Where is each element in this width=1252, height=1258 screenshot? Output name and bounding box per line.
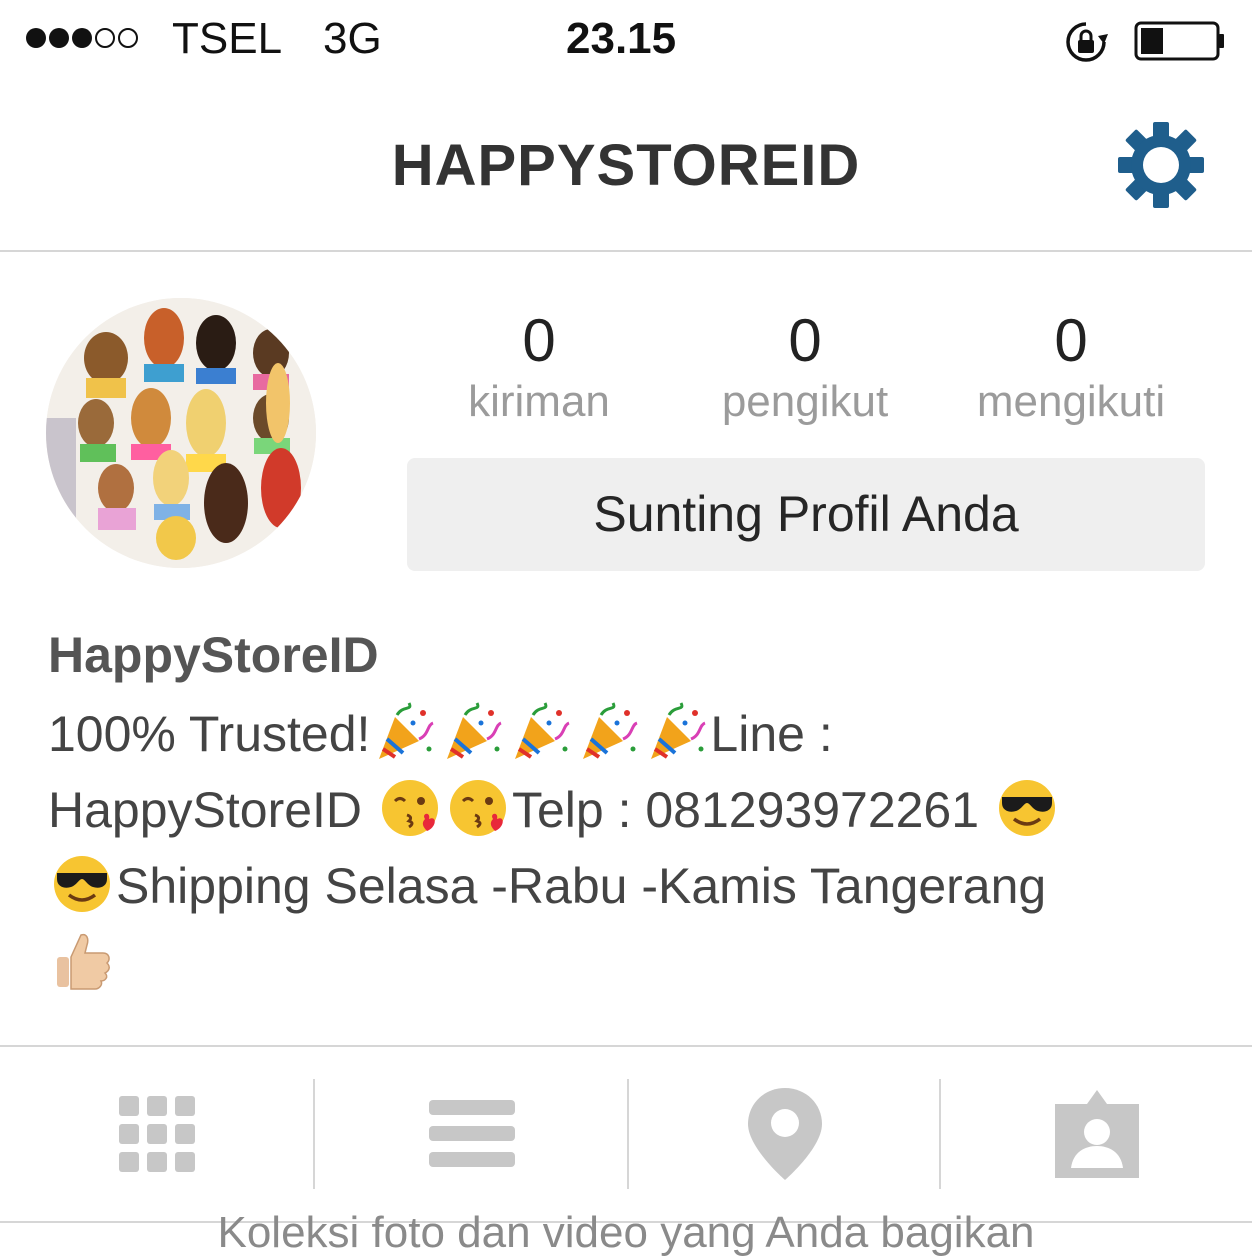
carrier-name: TSEL: [172, 14, 283, 63]
bio-name: HappyStoreID: [48, 627, 379, 683]
stat-following-count: 0: [1054, 307, 1088, 374]
bio-description: 100% Trusted! Line : HappyStoreID Telp : …: [48, 696, 1208, 1000]
tagged-person-icon: [1054, 1090, 1139, 1178]
grid-icon: [118, 1096, 195, 1172]
signal-dot: [95, 28, 115, 48]
edit-profile-button[interactable]: Sunting Profil Anda: [407, 458, 1205, 571]
list-icon: [428, 1100, 515, 1167]
party-popper-icon: [583, 702, 639, 759]
page-title: HAPPYSTOREID: [391, 133, 861, 198]
signal-dot: [26, 28, 46, 48]
stat-posts-label: kiriman: [468, 377, 610, 426]
stat-followers-label: pengikut: [721, 377, 889, 426]
sunglasses-face-icon: [54, 856, 110, 912]
empty-gallery-message: Koleksi foto dan video yang Anda bagikan: [217, 1208, 1035, 1257]
stat-following-label: mengikuti: [976, 377, 1166, 426]
face-blowing-kiss-icon: [381, 780, 438, 836]
tab-list[interactable]: [315, 1047, 628, 1221]
bio-text-segment: HappyStoreID: [48, 782, 363, 838]
stat-posts[interactable]: 0 kiriman: [406, 306, 672, 428]
battery-icon: [1134, 21, 1224, 61]
stat-following[interactable]: 0 mengikuti: [938, 306, 1204, 428]
rotation-lock-icon: [1066, 22, 1108, 62]
profile-stats: 0 kiriman 0 pengikut 0 mengikuti: [406, 306, 1206, 436]
location-pin-icon: [747, 1088, 822, 1180]
tab-map[interactable]: [629, 1047, 940, 1221]
face-blowing-kiss-icon: [449, 780, 506, 836]
signal-dot: [118, 28, 138, 48]
party-popper-icon: [379, 702, 435, 759]
signal-strength-icon: [26, 28, 138, 48]
stat-followers-count: 0: [788, 307, 822, 374]
signal-dot: [49, 28, 69, 48]
bio-text-segment: Shipping Selasa -Rabu -Kamis Tangerang: [116, 858, 1047, 914]
party-popper-icon: [515, 702, 571, 759]
gear-icon[interactable]: [1116, 120, 1206, 210]
stat-posts-count: 0: [522, 307, 556, 374]
stat-followers[interactable]: 0 pengikut: [672, 306, 938, 428]
bio-text-segment: Telp : 081293972261: [511, 782, 980, 838]
avatar-image: [46, 298, 316, 568]
status-time: 23.15: [566, 14, 677, 63]
signal-dot: [72, 28, 92, 48]
thumbs-up-icon: [57, 933, 110, 990]
bio-text-segment: 100% Trusted!: [48, 706, 371, 762]
profile-header: HAPPYSTOREID: [0, 82, 1252, 252]
party-popper-icon: [447, 702, 503, 759]
sunglasses-face-icon: [998, 780, 1055, 836]
network-type: 3G: [323, 14, 382, 63]
tab-tagged[interactable]: [941, 1047, 1252, 1221]
avatar[interactable]: [46, 298, 316, 568]
profile-bio: HappyStoreID 100% Trusted! Line : HappySt…: [48, 624, 1208, 1000]
tab-grid[interactable]: [0, 1047, 313, 1221]
party-popper-icon: [651, 702, 707, 759]
bio-text-segment: Line :: [710, 706, 833, 762]
profile-tab-bar: [0, 1045, 1252, 1223]
status-bar: TSEL 3G 23.15: [0, 0, 1252, 82]
